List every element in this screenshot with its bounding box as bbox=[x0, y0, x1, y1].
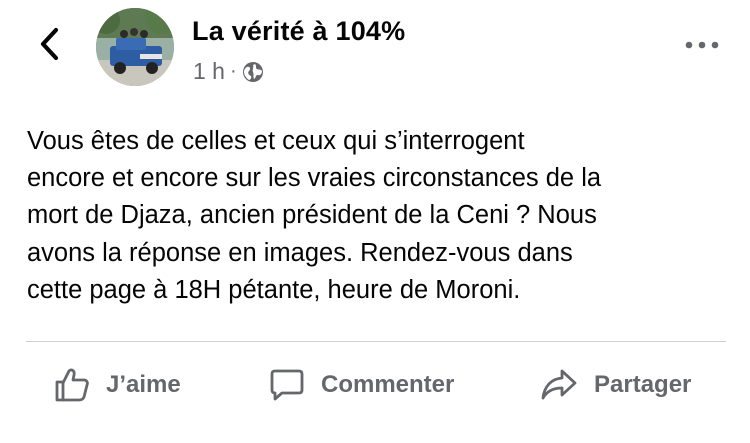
comment-icon bbox=[270, 369, 304, 401]
share-arrow-icon bbox=[541, 369, 577, 400]
more-horizontal-icon bbox=[685, 41, 719, 49]
divider bbox=[26, 341, 726, 342]
action-bar: J’aime Commenter Partager bbox=[0, 345, 750, 425]
post-time[interactable]: 1 h bbox=[193, 58, 225, 85]
chevron-left-icon bbox=[40, 27, 59, 61]
like-button[interactable]: J’aime bbox=[54, 363, 181, 407]
post-text: Vous êtes de celles et ceux qui s’interr… bbox=[27, 127, 602, 304]
meta-separator: · bbox=[229, 60, 237, 82]
like-label: J’aime bbox=[106, 371, 181, 398]
share-button[interactable]: Partager bbox=[540, 363, 691, 407]
more-options-button[interactable] bbox=[682, 30, 722, 60]
avatar[interactable] bbox=[96, 8, 174, 86]
comment-label: Commenter bbox=[321, 371, 455, 398]
post-meta: 1 h · bbox=[193, 58, 264, 85]
page-name[interactable]: La vérité à 104% bbox=[192, 16, 405, 47]
thumbs-up-icon bbox=[55, 368, 89, 402]
comment-button[interactable]: Commenter bbox=[269, 363, 454, 407]
post-header: La vérité à 104% 1 h · bbox=[0, 0, 750, 100]
back-button[interactable] bbox=[30, 22, 70, 66]
globe-icon bbox=[242, 61, 263, 82]
share-label: Partager bbox=[594, 371, 692, 398]
avatar-image bbox=[96, 8, 174, 86]
